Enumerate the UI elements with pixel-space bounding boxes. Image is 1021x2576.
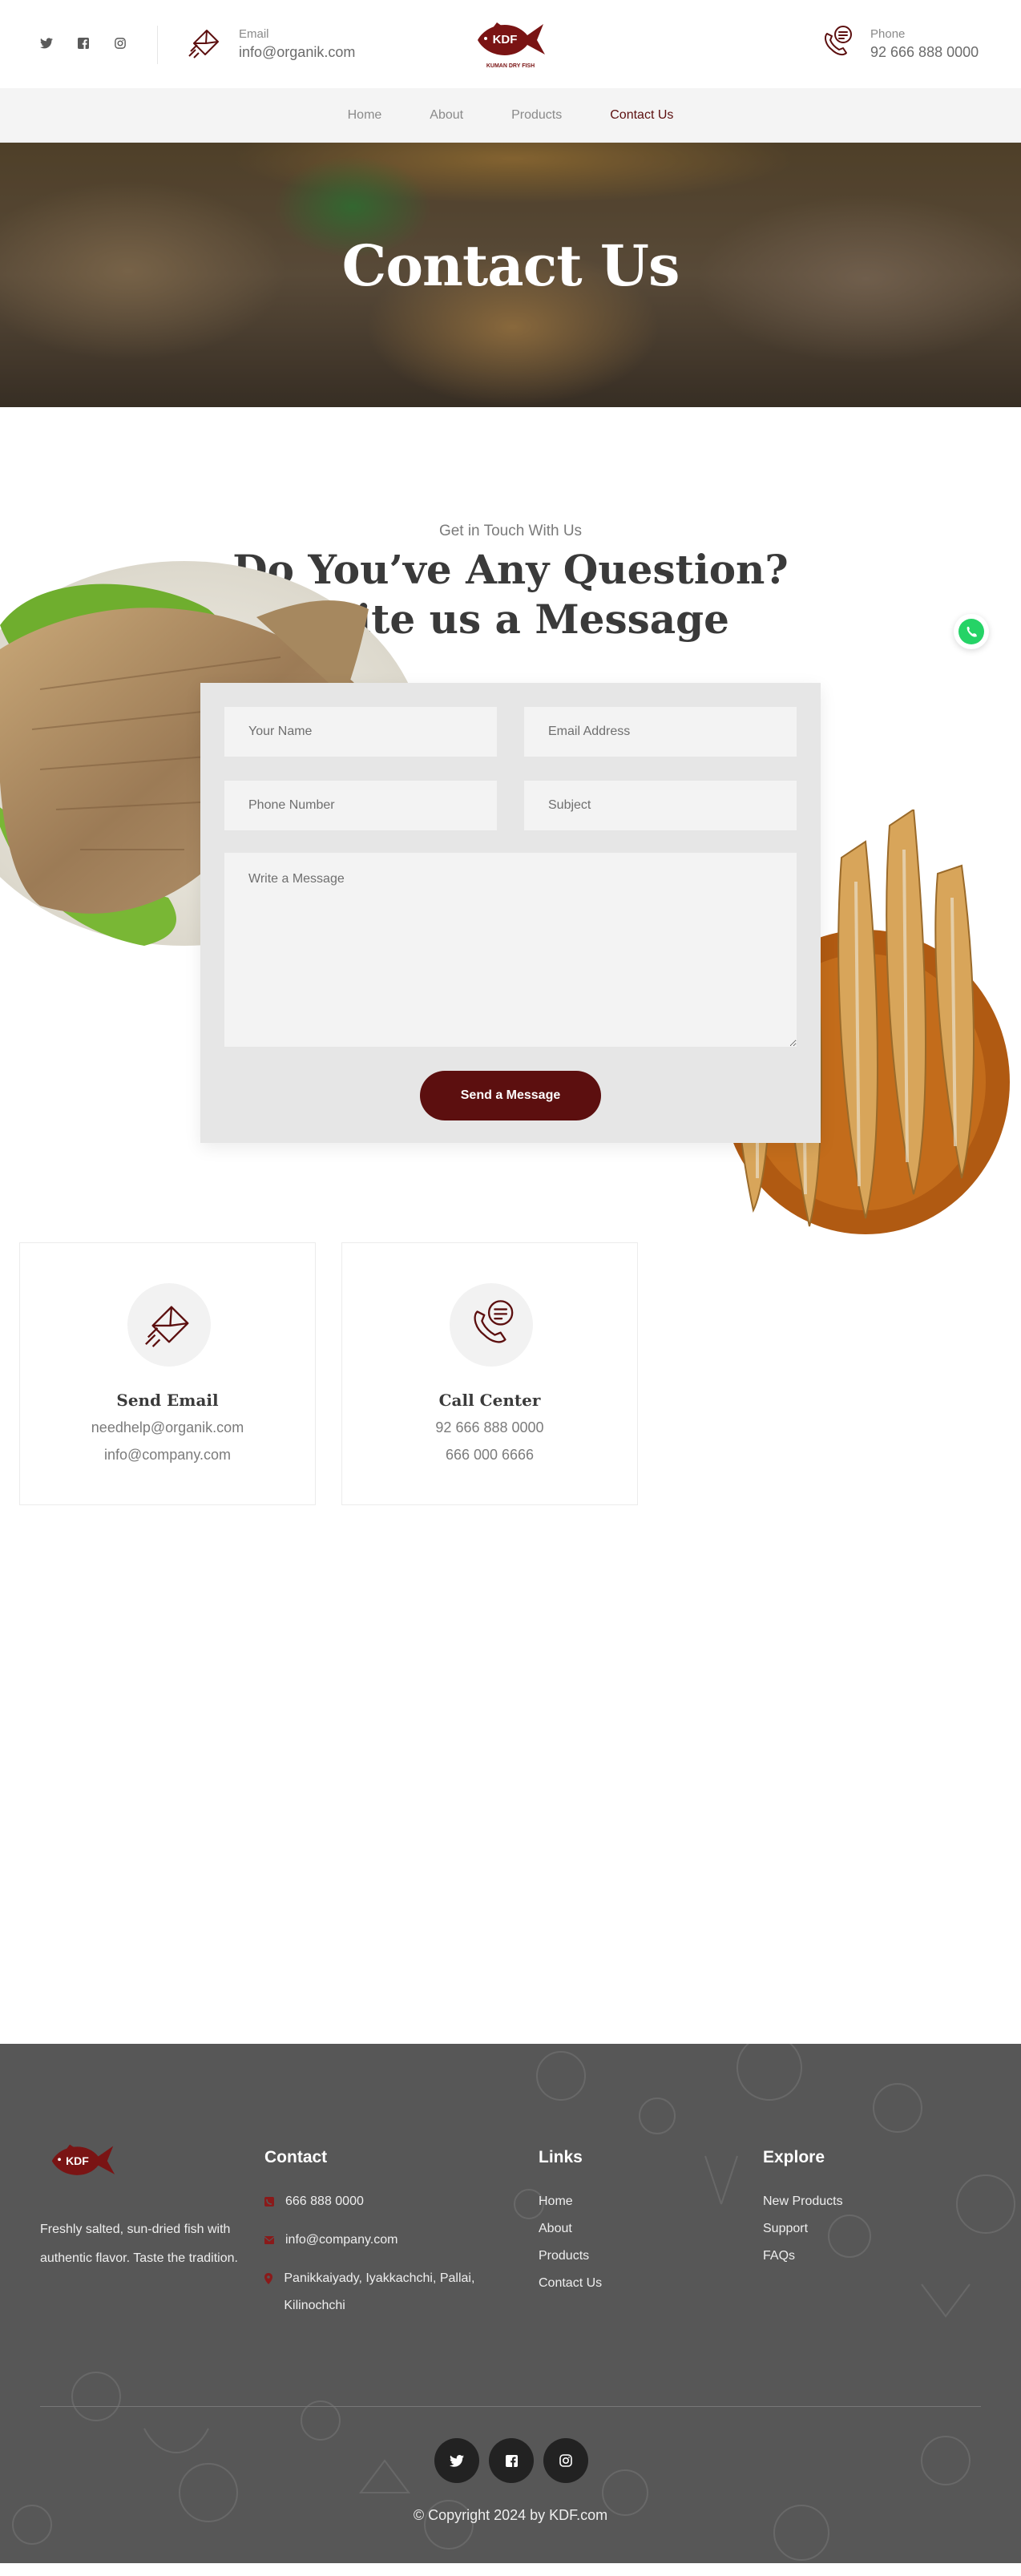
footer-explore-heading: Explore [763, 2148, 825, 2166]
main-nav: Home About Products Contact Us [0, 88, 1021, 143]
footer-contact-column: Contact 666 888 0000 info@company.com Pa… [264, 2148, 505, 2331]
footer-logo-badge: KDF [66, 2154, 89, 2167]
mail-icon [264, 2227, 274, 2254]
footer-phone-row[interactable]: 666 888 0000 [264, 2188, 505, 2215]
twitter-icon[interactable] [38, 35, 54, 51]
envelope-icon [188, 24, 223, 63]
card-email-2[interactable]: info@company.com [20, 1447, 315, 1464]
facebook-icon[interactable] [489, 2438, 534, 2483]
footer-link-support[interactable]: Support [763, 2215, 939, 2243]
phone-chat-icon [466, 1298, 517, 1353]
whatsapp-chat-button[interactable] [954, 614, 989, 649]
card-phone-2[interactable]: 666 000 6666 [342, 1447, 637, 1464]
footer-link-new-products[interactable]: New Products [763, 2188, 939, 2215]
site-logo[interactable]: KDF KUMAN DRY FISH [473, 18, 548, 71]
send-message-button[interactable]: Send a Message [420, 1071, 601, 1120]
nav-contact-us[interactable]: Contact Us [610, 108, 673, 123]
footer-email: info@company.com [285, 2233, 398, 2247]
header-email-label: Email [239, 26, 269, 41]
footer-link-products[interactable]: Products [539, 2243, 715, 2270]
header-phone-label: Phone [870, 26, 906, 41]
footer-logo[interactable]: KDF [46, 2140, 119, 2189]
footer-address: Panikkaiyady, Iyakkachchi, Pallai, Kilin… [284, 2271, 475, 2312]
map-pin-icon [264, 2265, 272, 2292]
card-icon-circle [127, 1283, 211, 1367]
card-icon-circle [450, 1283, 533, 1367]
footer-link-faqs[interactable]: FAQs [763, 2243, 939, 2270]
site-footer: KDF Freshly salted, sun-dried fish with … [0, 2044, 1021, 2563]
message-textarea[interactable] [224, 853, 797, 1047]
footer-social-links [434, 2438, 588, 2483]
twitter-icon[interactable] [434, 2438, 479, 2483]
footer-divider [40, 2406, 981, 2407]
header-email-block: Email info@organik.com [188, 24, 355, 63]
header-phone-value[interactable]: 92 666 888 0000 [870, 44, 979, 61]
logo-badge-text: KDF [493, 33, 518, 46]
footer-links-column: Links Home About Products Contact Us [539, 2148, 715, 2297]
facebook-icon[interactable] [75, 35, 91, 51]
header-social-links [38, 35, 128, 51]
page-title: Contact Us [341, 232, 680, 299]
send-email-card: Send Email needhelp@organik.com info@com… [19, 1242, 316, 1505]
envelope-icon [143, 1298, 195, 1353]
card-phone-1[interactable]: 92 666 888 0000 [342, 1419, 637, 1436]
footer-contact-heading: Contact [264, 2148, 328, 2166]
nav-about[interactable]: About [430, 108, 463, 123]
instagram-icon[interactable] [543, 2438, 588, 2483]
phone-input[interactable] [224, 781, 497, 830]
logo-tagline: KUMAN DRY FISH [486, 63, 535, 69]
header-email-value[interactable]: info@organik.com [239, 44, 355, 61]
whatsapp-icon [958, 619, 984, 644]
section-eyebrow: Get in Touch With Us [438, 523, 583, 539]
header-divider [157, 26, 158, 64]
instagram-icon[interactable] [112, 35, 128, 51]
name-input[interactable] [224, 707, 497, 757]
card-title: Call Center [438, 1391, 541, 1410]
nav-products[interactable]: Products [511, 108, 562, 123]
footer-link-about[interactable]: About [539, 2215, 715, 2243]
food-doodle-pattern [12, 2044, 1015, 2561]
footer-link-home[interactable]: Home [539, 2188, 715, 2215]
phone-icon [264, 2188, 274, 2215]
call-center-card: Call Center 92 666 888 0000 666 000 6666 [341, 1242, 638, 1505]
footer-phone: 666 888 0000 [285, 2194, 364, 2208]
header-phone-block: Phone 92 666 888 0000 [819, 24, 979, 63]
footer-explore-column: Explore New Products Support FAQs [763, 2148, 939, 2270]
footer-email-row[interactable]: info@company.com [264, 2227, 505, 2254]
contact-form: Send a Message [200, 683, 821, 1143]
card-email-1[interactable]: needhelp@organik.com [20, 1419, 315, 1436]
email-input[interactable] [524, 707, 797, 757]
phone-chat-icon [819, 24, 854, 63]
top-header: Email info@organik.com KDF KUMAN DRY FIS… [0, 0, 1021, 88]
copyright-text: © Copyright 2024 by KDF.com [413, 2507, 608, 2523]
footer-address-row: Panikkaiyady, Iyakkachchi, Pallai, Kilin… [264, 2265, 505, 2320]
page-hero-banner: Contact Us [0, 143, 1021, 407]
nav-home[interactable]: Home [348, 108, 382, 123]
footer-description: Freshly salted, sun-dried fish with auth… [40, 2223, 238, 2265]
card-title: Send Email [116, 1391, 219, 1410]
footer-links-heading: Links [539, 2148, 583, 2166]
subject-input[interactable] [524, 781, 797, 830]
footer-link-contact-us[interactable]: Contact Us [539, 2270, 715, 2297]
